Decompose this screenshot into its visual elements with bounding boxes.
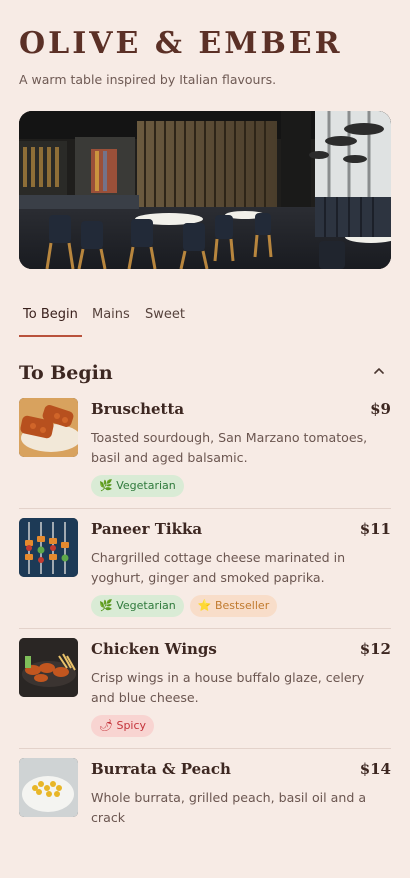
item-price: $14 bbox=[359, 760, 391, 778]
divider bbox=[19, 748, 391, 749]
item-badges: 🌶 Spicy bbox=[91, 715, 155, 737]
vegetarian-badge: 🌿 Vegetarian bbox=[91, 595, 184, 617]
item-name: Burrata & Peach bbox=[91, 760, 231, 778]
tab-sweet[interactable]: Sweet bbox=[145, 307, 185, 335]
menu-item[interactable]: Burrata & Peach $14 Whole burrata, grill… bbox=[19, 758, 391, 878]
menu-item[interactable]: Bruschetta $9 Toasted sourdough, San Mar… bbox=[19, 398, 391, 518]
section-title: To Begin bbox=[19, 362, 113, 384]
item-description: Toasted sourdough, San Marzano tomatoes,… bbox=[91, 430, 368, 465]
menu-item[interactable]: Paneer Tikka $11 Chargrilled cottage che… bbox=[19, 518, 391, 638]
tab-to-begin[interactable]: To Begin bbox=[19, 307, 82, 337]
vegetarian-badge: 🌿 Vegetarian bbox=[91, 475, 184, 497]
restaurant-tagline: A warm table inspired by Italian flavour… bbox=[19, 72, 277, 87]
item-price: $9 bbox=[370, 400, 391, 418]
menu-item[interactable]: Chicken Wings $12 Crisp wings in a house… bbox=[19, 638, 391, 758]
item-badges: 🌿 Vegetarian ⭐ Bestseller bbox=[91, 595, 278, 617]
divider bbox=[19, 508, 391, 509]
item-name: Chicken Wings bbox=[91, 640, 217, 658]
restaurant-interior-illustration bbox=[19, 111, 391, 269]
item-badges: 🌿 Vegetarian bbox=[91, 475, 184, 497]
item-description: Crisp wings in a house buffalo glaze, ce… bbox=[91, 670, 365, 705]
collapse-section-button[interactable] bbox=[372, 364, 392, 384]
item-name: Bruschetta bbox=[91, 400, 185, 418]
chili-icon: 🌶 bbox=[99, 719, 113, 732]
leaf-icon: 🌿 bbox=[99, 479, 113, 492]
item-description: Whole burrata, grilled peach, basil oil … bbox=[91, 790, 367, 825]
restaurant-hero-image bbox=[19, 111, 391, 269]
paneer-tikka-photo bbox=[19, 518, 78, 577]
item-price: $11 bbox=[359, 520, 391, 538]
star-icon: ⭐ bbox=[197, 599, 212, 612]
burrata-peach-photo bbox=[19, 758, 78, 817]
item-name: Paneer Tikka bbox=[91, 520, 203, 538]
leaf-icon: 🌿 bbox=[99, 599, 113, 612]
menu-page: OLIVE & EMBER A warm table inspired by I… bbox=[0, 0, 410, 825]
item-price: $12 bbox=[359, 640, 391, 658]
restaurant-title: OLIVE & EMBER bbox=[19, 26, 343, 61]
chevron-up-icon bbox=[374, 368, 384, 374]
chicken-wings-photo bbox=[19, 638, 78, 697]
tab-mains[interactable]: Mains bbox=[92, 307, 130, 335]
spicy-badge: 🌶 Spicy bbox=[91, 715, 155, 737]
divider bbox=[19, 628, 391, 629]
bestseller-badge: ⭐ Bestseller bbox=[189, 595, 278, 617]
bruschetta-photo bbox=[19, 398, 78, 457]
item-description: Chargrilled cottage cheese marinated in … bbox=[91, 550, 346, 585]
